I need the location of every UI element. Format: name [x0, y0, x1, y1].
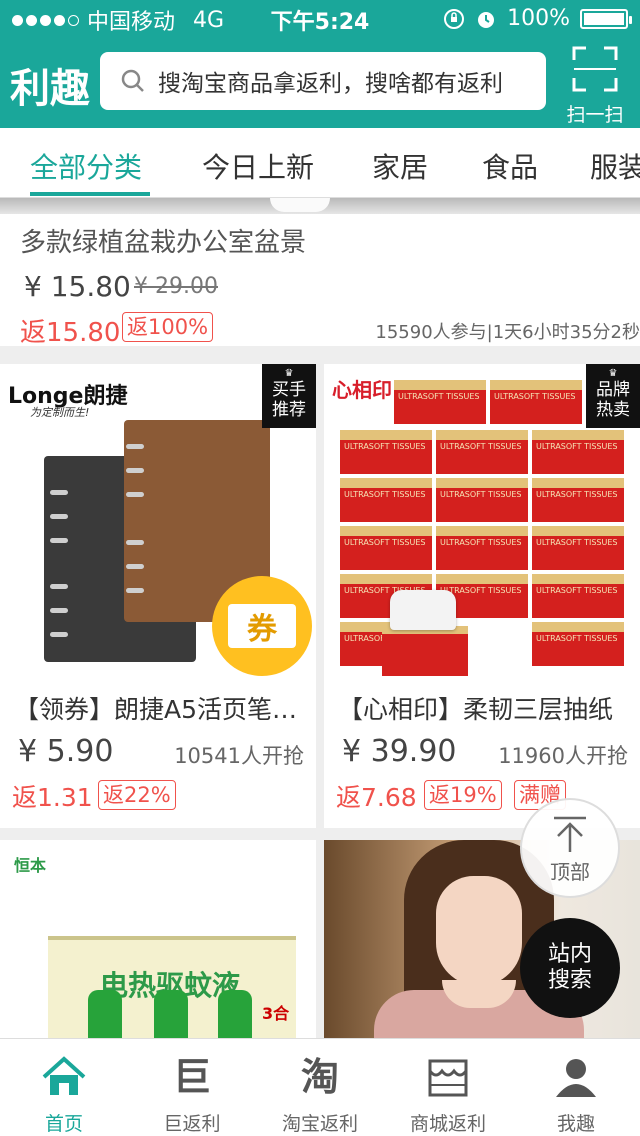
search-input[interactable]: 搜淘宝商品拿返利，搜啥都有返利	[100, 52, 546, 110]
rebate-amount: 返15.80	[20, 318, 121, 346]
tab-new-today[interactable]: 今日上新	[202, 146, 314, 186]
battery-icon	[580, 8, 632, 29]
carrier-name: 中国移动	[87, 10, 176, 35]
buyer-recommend-badge: ♛ 买手 推荐	[262, 364, 316, 428]
nav-item-mall-rebate[interactable]: 商城返利	[384, 1039, 512, 1136]
big-rebate-icon: 巨	[172, 1055, 211, 1099]
tissue-sheet	[390, 590, 456, 630]
nav-label: 巨返利	[163, 1113, 221, 1135]
product-image	[0, 198, 640, 214]
rebate-percent-tag: 返19%	[424, 780, 502, 810]
product-card[interactable]: Longe朗捷 为定制而生! 券 ♛ 买手 推荐 【领券】朗捷A5活页笔记本 ¥…	[0, 364, 316, 828]
nav-label: 淘宝返利	[281, 1113, 358, 1135]
product-title: 多款绿植盆栽办公室盆景	[20, 228, 307, 258]
clock: 下午5:24	[270, 10, 370, 35]
product-price: ¥ 15.80	[24, 270, 131, 303]
nav-label: 首页	[44, 1113, 83, 1135]
home-icon	[42, 1056, 86, 1095]
product-price: ¥ 39.90	[342, 734, 457, 769]
coupon-icon: 券	[212, 576, 312, 676]
box-note: 3合	[262, 1004, 290, 1023]
list-item-top[interactable]: 多款绿植盆栽办公室盆景 ¥ 15.80 ¥ 29.00 返15.80 返100%…	[0, 198, 640, 346]
tab-all[interactable]: 全部分类	[30, 146, 142, 186]
product-card[interactable]: ULTRASOFT TISSUES ULTRASOFT TISSUES ULTR…	[324, 364, 640, 828]
category-tabs: 全部分类 今日上新 家居 食品 服装	[0, 128, 640, 198]
scan-icon	[572, 46, 618, 92]
search-placeholder: 搜淘宝商品拿返利，搜啥都有返利	[158, 71, 503, 97]
site-search-label: 搜索	[547, 968, 592, 993]
nav-item-profile[interactable]: 我趣	[512, 1039, 640, 1136]
taobao-icon: 淘	[300, 1055, 339, 1099]
nav-item-home[interactable]: 首页	[0, 1039, 128, 1136]
rebate-amount: 返1.31	[12, 783, 93, 812]
brand-slogan: 为定制而生!	[30, 406, 90, 419]
brand-logo: 恒本	[14, 856, 47, 875]
signal-strength-icon	[12, 14, 79, 26]
nav-item-taobao-rebate[interactable]: 淘 淘宝返利	[256, 1039, 384, 1136]
user-icon	[556, 1059, 596, 1097]
status-bar: 中国移动 4G 下午5:24 100%	[0, 0, 640, 40]
tab-food[interactable]: 食品	[482, 146, 538, 186]
nav-label: 商城返利	[409, 1113, 486, 1135]
product-image: 恒本 电热驱蚊液 3合	[0, 840, 316, 1050]
crown-icon: ♛	[284, 368, 294, 379]
scan-button[interactable]: 扫一扫	[558, 46, 632, 126]
product-title: 【心相印】柔韧三层抽纸	[338, 695, 614, 724]
search-icon	[121, 69, 144, 92]
rebate-percent-tag: 返100%	[122, 312, 214, 342]
app-logo: 利趣	[10, 66, 90, 112]
store-icon	[428, 1059, 468, 1097]
participation-info: 15590人参与|1天6小时35分2秒	[375, 322, 640, 343]
alarm-icon	[478, 11, 495, 28]
sold-count: 10541人开抢	[174, 744, 304, 768]
nav-label: 我趣	[556, 1113, 595, 1135]
tab-active-indicator	[30, 192, 150, 196]
back-to-top-label: 顶部	[550, 860, 590, 884]
battery-percent: 100%	[507, 6, 570, 31]
bottom-nav: 首页 巨 巨返利 淘 淘宝返利 商城返利 我趣	[0, 1038, 640, 1136]
app-header: 中国移动 4G 下午5:24 100% 利趣 搜淘宝商品拿返利，搜啥都有返利 扫…	[0, 0, 640, 128]
sold-count: 11960人开抢	[498, 744, 628, 768]
tab-clothing[interactable]: 服装	[590, 146, 640, 186]
back-to-top-button[interactable]: 顶部	[520, 798, 620, 898]
search-row: 利趣 搜淘宝商品拿返利，搜啥都有返利 扫一扫	[0, 46, 640, 126]
status-right: 100%	[443, 6, 632, 31]
product-price: ¥ 5.90	[18, 734, 114, 769]
product-title: 【领券】朗捷A5活页笔记本	[14, 695, 308, 724]
arrow-up-icon	[554, 816, 586, 852]
brand-hot-badge: ♛ 品牌 热卖	[586, 364, 640, 428]
rebate-percent-tag: 返22%	[98, 780, 176, 810]
tab-home[interactable]: 家居	[372, 146, 428, 186]
nav-item-big-rebate[interactable]: 巨 巨返利	[128, 1039, 256, 1136]
rotation-lock-icon	[444, 8, 465, 29]
repellent-box: 电热驱蚊液 3合	[48, 936, 296, 1050]
scan-label: 扫一扫	[566, 104, 624, 126]
crown-icon: ♛	[608, 368, 618, 379]
tissue-box-front	[382, 626, 468, 676]
coupon-label: 券	[228, 604, 296, 648]
network-type: 4G	[193, 7, 225, 33]
site-search-button[interactable]: 站内 搜索	[520, 918, 620, 1018]
product-card[interactable]: 恒本 电热驱蚊液 3合	[0, 840, 316, 1050]
site-search-label: 站内	[547, 942, 592, 967]
rebate-amount: 返7.68	[336, 783, 417, 812]
brand-logo: 心相印	[332, 378, 392, 402]
product-original-price: ¥ 29.00	[134, 274, 218, 299]
